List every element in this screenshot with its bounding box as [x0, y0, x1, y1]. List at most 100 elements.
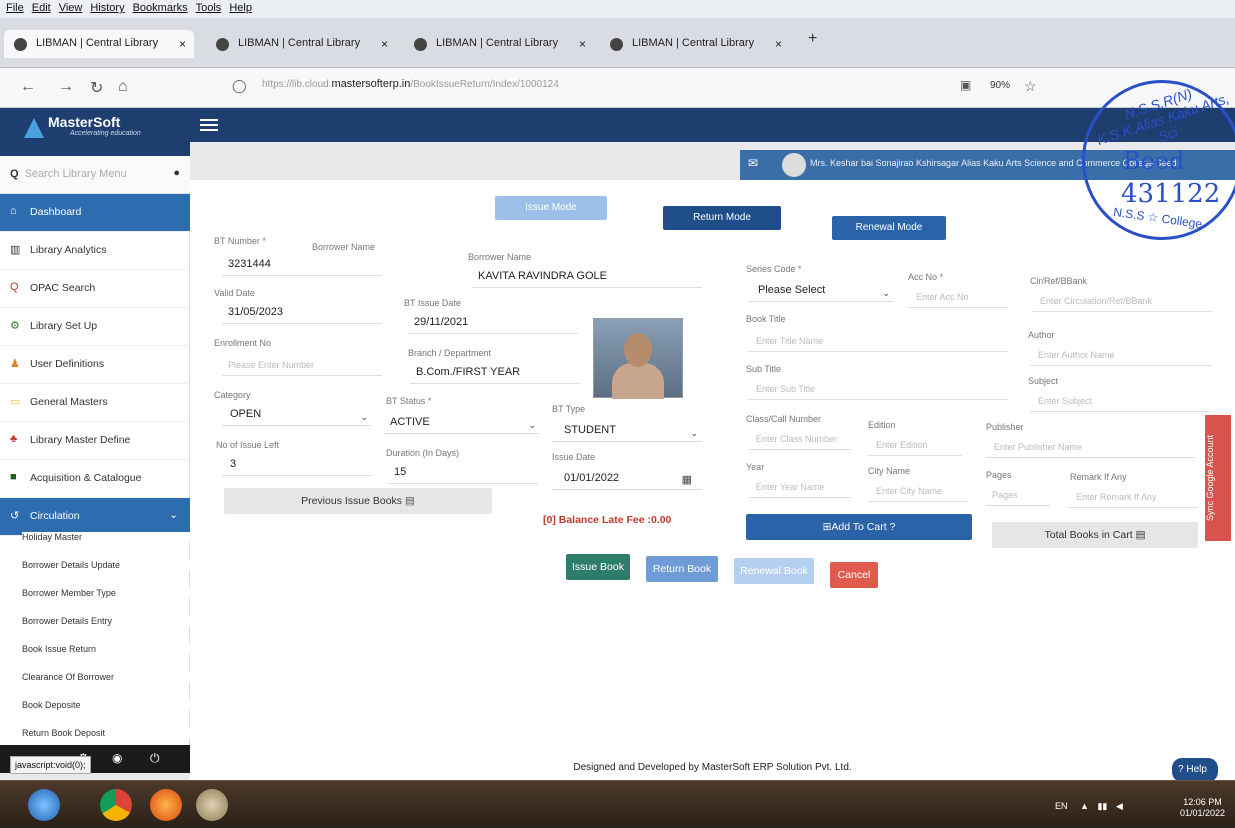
submenu-holiday-master[interactable]: Holiday Master [22, 532, 190, 542]
submenu-clearance-of-borrower[interactable]: Clearance Of Borrower [22, 672, 190, 682]
book-title-input[interactable]: Enter Title Name [748, 330, 1008, 352]
reload-icon[interactable]: ↻ [90, 78, 103, 98]
publisher-input[interactable]: Enter Publisher Name [986, 436, 1196, 458]
sync-google-account-tab[interactable]: Sync Google Account [1205, 415, 1231, 541]
microphone-icon[interactable]: ● [173, 167, 180, 179]
address-bar[interactable]: https://lib.cloud.mastersofterp.in/BookI… [262, 78, 559, 90]
bt-number-value: 3231444 [228, 258, 271, 270]
browser-tab[interactable]: LIBMAN | Central Library × [404, 30, 594, 58]
menu-history[interactable]: History [90, 2, 124, 16]
return-book-button[interactable]: Return Book [646, 556, 718, 582]
sidebar-item-opac-search[interactable]: Q OPAC Search [0, 270, 190, 308]
submenu-book-issue-return[interactable]: Book Issue Return [22, 644, 190, 654]
menu-bookmarks[interactable]: Bookmarks [133, 2, 188, 16]
total-books-in-cart-button[interactable]: Total Books in Cart ▤ [992, 522, 1198, 548]
new-tab-icon[interactable]: + [808, 30, 817, 48]
sidebar-item-label: User Definitions [30, 358, 105, 370]
close-tab-icon[interactable]: × [775, 37, 782, 51]
power-icon[interactable]: ⏻ [150, 751, 160, 766]
author-input[interactable]: Enter Author Name [1030, 344, 1212, 366]
submenu-borrower-member-type[interactable]: Borrower Member Type [22, 588, 190, 598]
paint-icon[interactable] [196, 789, 228, 821]
zoom-level[interactable]: 90% [990, 80, 1010, 91]
class-number-input[interactable]: Enter Class Number [748, 428, 852, 450]
close-tab-icon[interactable]: × [179, 37, 186, 51]
chevron-down-icon: ⌄ [528, 420, 536, 430]
chrome-icon[interactable] [100, 789, 132, 821]
submenu-return-book-deposit[interactable]: Return Book Deposit [22, 728, 190, 738]
firefox-icon[interactable] [150, 789, 182, 821]
network-icon[interactable]: ▮▮ [1097, 801, 1107, 811]
menu-tools[interactable]: Tools [196, 2, 222, 16]
calendar-icon[interactable]: ▦ [682, 473, 692, 486]
bt-number-field[interactable]: 3231444 [222, 254, 382, 276]
issue-date-field[interactable]: 01/01/2022 ▦ [552, 468, 702, 490]
bt-type-select[interactable]: STUDENT ⌄ [552, 420, 702, 442]
sidebar-item-circulation[interactable]: ↺ Circulation ⌄ [0, 498, 190, 536]
eye-icon[interactable]: ◉ [112, 751, 122, 765]
add-to-cart-button[interactable]: ⊞Add To Cart ? [746, 514, 972, 540]
menu-view[interactable]: View [59, 2, 83, 16]
menu-help[interactable]: Help [229, 2, 252, 16]
reader-view-icon[interactable]: ▣ [960, 78, 971, 92]
back-icon[interactable]: ← [20, 78, 36, 96]
forward-icon[interactable]: → [58, 78, 74, 96]
menu-file[interactable]: File [6, 2, 24, 16]
sidebar-item-user-definitions[interactable]: ♟ User Definitions [0, 346, 190, 384]
shield-icon[interactable]: ◯ [232, 78, 247, 94]
bt-status-value: ACTIVE [390, 416, 430, 428]
return-mode-button[interactable]: Return Mode [663, 206, 781, 230]
browser-tab[interactable]: LIBMAN | Central Library × [600, 30, 790, 58]
menu-edit[interactable]: Edit [32, 2, 51, 16]
issue-mode-button[interactable]: Issue Mode [495, 196, 607, 220]
sidebar-item-library-analytics[interactable]: ▥ Library Analytics [0, 232, 190, 270]
sidebar-item-dashboard[interactable]: ⌂ Dashboard [0, 194, 190, 232]
submenu-book-deposite[interactable]: Book Deposite [22, 700, 190, 710]
avatar[interactable] [782, 153, 806, 177]
volume-icon[interactable]: ◀ [1116, 801, 1123, 811]
help-button[interactable]: ? Help [1172, 758, 1218, 782]
pages-input[interactable]: Pages [986, 484, 1050, 506]
issue-book-button[interactable]: Issue Book [566, 554, 630, 580]
sidebar-item-label: General Masters [30, 396, 108, 408]
remark-input[interactable]: Enter Remark If Any [1068, 486, 1198, 508]
start-button-icon[interactable] [28, 789, 60, 821]
bt-number-label: BT Number * [214, 236, 266, 246]
enrollment-field[interactable]: Please Enter Number [222, 354, 382, 376]
renewal-book-button[interactable]: Renewal Book [734, 558, 814, 584]
browser-tab[interactable]: LIBMAN | Central Library × [4, 30, 194, 58]
bt-status-select[interactable]: ACTIVE ⌄ [384, 412, 540, 434]
notification-icon[interactable]: ✉ [748, 156, 758, 170]
sidebar-item-library-setup[interactable]: ⚙ Library Set Up [0, 308, 190, 346]
cancel-button[interactable]: Cancel [830, 562, 878, 588]
year-input[interactable]: Enter Year Name [748, 476, 852, 498]
bookmark-star-icon[interactable]: ☆ [1024, 78, 1037, 95]
tray-arrow-icon[interactable]: ▲ [1080, 801, 1089, 811]
cir-ref-input[interactable]: Enter Circulation/Ref/BBank [1032, 290, 1212, 312]
taskbar-clock[interactable]: 12:06 PM 01/01/2022 [1180, 797, 1225, 819]
sidebar-item-general-masters[interactable]: ▭ General Masters [0, 384, 190, 422]
language-indicator[interactable]: EN [1055, 801, 1068, 811]
chevron-down-icon: ⌄ [690, 428, 698, 438]
subject-input[interactable]: Enter Subject [1030, 390, 1210, 412]
brand-logo[interactable]: MasterSoft Accelerating education [0, 108, 190, 156]
browser-tab[interactable]: LIBMAN | Central Library × [206, 30, 396, 58]
hamburger-menu-icon[interactable] [200, 119, 218, 131]
sub-title-input[interactable]: Enter Sub Title [748, 378, 1008, 400]
series-code-select[interactable]: Please Select ⌄ [748, 280, 894, 302]
city-name-input[interactable]: Enter City Name [868, 480, 968, 502]
close-tab-icon[interactable]: × [381, 37, 388, 51]
category-select[interactable]: OPEN ⌄ [222, 404, 372, 426]
renewal-mode-button[interactable]: Renewal Mode [832, 216, 946, 240]
sidebar-item-acquisition[interactable]: ■ Acquisition & Catalogue [0, 460, 190, 498]
close-tab-icon[interactable]: × [579, 37, 586, 51]
edition-input[interactable]: Enter Edition [868, 434, 962, 456]
home-icon[interactable]: ⌂ [118, 78, 128, 96]
submenu-borrower-details-entry[interactable]: Borrower Details Entry [22, 616, 190, 626]
submenu-borrower-details-update[interactable]: Borrower Details Update [22, 560, 190, 570]
acc-no-input[interactable]: Enter Acc No [908, 286, 1008, 308]
cogs-icon: ⚙ [10, 320, 20, 332]
previous-issue-books-button[interactable]: Previous Issue Books ▤ [224, 488, 492, 514]
sidebar-item-library-master-define[interactable]: ♣ Library Master Define [0, 422, 190, 460]
sidebar-search[interactable]: Q Search Library Menu ● [0, 156, 190, 194]
